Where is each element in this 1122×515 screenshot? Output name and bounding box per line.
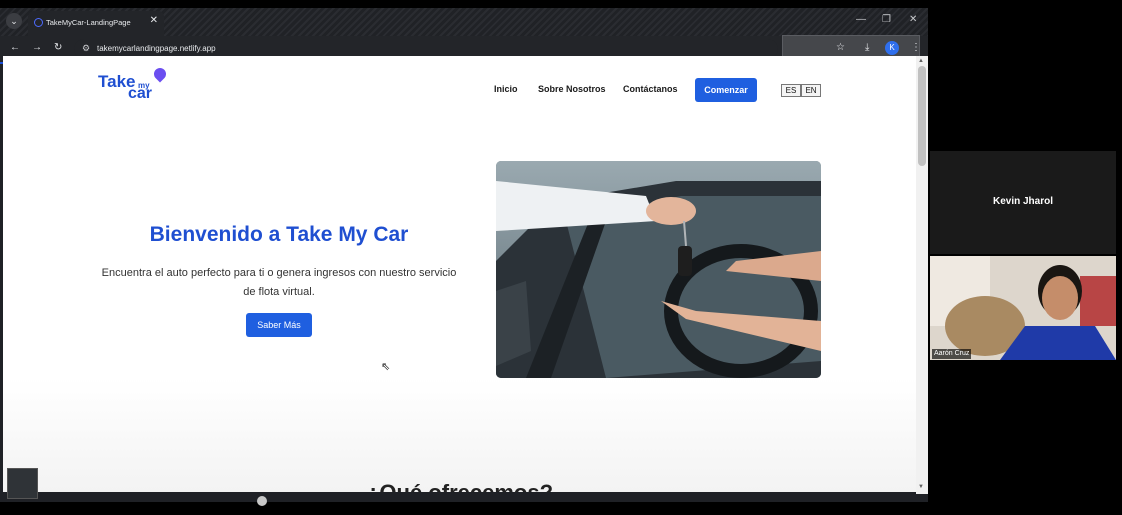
url-text: takemycarlandingpage.netlify.app xyxy=(97,44,216,53)
page-viewport: Take my car Inicio Sobre Nosotros Contác… xyxy=(3,56,916,492)
restore-icon[interactable]: ❐ xyxy=(882,14,891,25)
progress-dot xyxy=(257,496,267,506)
back-icon[interactable]: ← xyxy=(10,42,20,53)
section-background xyxy=(3,378,916,492)
forward-icon[interactable]: → xyxy=(32,42,42,53)
hero-image xyxy=(496,161,821,378)
screen-share-thumbnail[interactable] xyxy=(7,468,38,499)
tab-strip: ⌄ TakeMyCar-LandingPage ✕ — ❐ ✕ xyxy=(0,8,928,36)
mouse-cursor-icon: ⇖ xyxy=(381,361,391,373)
tab-title: TakeMyCar-LandingPage xyxy=(46,18,131,27)
logo-text-car: car xyxy=(128,85,153,102)
scroll-thumb[interactable] xyxy=(918,66,926,166)
page-scrollbar[interactable]: ▲ ▼ xyxy=(916,56,928,494)
comenzar-button[interactable]: Comenzar xyxy=(695,78,757,102)
site-settings-icon[interactable]: ⚙ xyxy=(82,43,90,54)
lang-es-button[interactable]: ES xyxy=(781,84,801,97)
speaker-tile[interactable]: Kevin Jharol xyxy=(930,151,1116,254)
tab-close-icon[interactable]: ✕ xyxy=(150,15,158,26)
profile-avatar[interactable]: K xyxy=(885,41,899,55)
blurred-overlay xyxy=(782,35,920,57)
lang-en-button[interactable]: EN xyxy=(801,84,821,97)
saber-mas-button[interactable]: Saber Más xyxy=(246,313,312,337)
minimize-icon[interactable]: — xyxy=(856,14,866,25)
browser-tab[interactable]: TakeMyCar-LandingPage ✕ xyxy=(28,11,164,36)
speaker-name: Kevin Jharol xyxy=(992,196,1054,207)
participant-video-tile[interactable]: Aarón Cruz xyxy=(930,256,1116,360)
reload-icon[interactable]: ↻ xyxy=(54,42,62,53)
car-keys-illustration xyxy=(496,161,821,378)
bookmark-star-icon[interactable]: ☆ xyxy=(836,42,845,53)
hero-title: Bienvenido a Take My Car xyxy=(149,223,409,246)
location-pin-icon xyxy=(151,65,169,83)
scroll-up-icon[interactable]: ▲ xyxy=(918,58,924,64)
tab-favicon-icon xyxy=(34,18,43,27)
window-close-icon[interactable]: ✕ xyxy=(909,14,917,25)
hero-subtitle: Encuentra el auto perfecto para ti o gen… xyxy=(101,267,457,298)
more-menu-icon[interactable]: ⋮ xyxy=(911,42,921,53)
download-icon[interactable]: ⤓ xyxy=(865,42,869,53)
section-title: ¿Qué ofrecemos? xyxy=(3,480,916,492)
tab-search-icon[interactable]: ⌄ xyxy=(6,13,22,29)
site-logo[interactable]: Take my car xyxy=(98,65,170,102)
participant-video xyxy=(930,256,1116,360)
nav-contactanos[interactable]: Contáctanos xyxy=(623,84,678,94)
scroll-down-icon[interactable]: ▼ xyxy=(918,484,924,490)
nav-inicio[interactable]: Inicio xyxy=(494,84,518,94)
nav-sobre-nosotros[interactable]: Sobre Nosotros xyxy=(538,84,606,94)
participant-name-label: Aarón Cruz xyxy=(932,349,972,359)
